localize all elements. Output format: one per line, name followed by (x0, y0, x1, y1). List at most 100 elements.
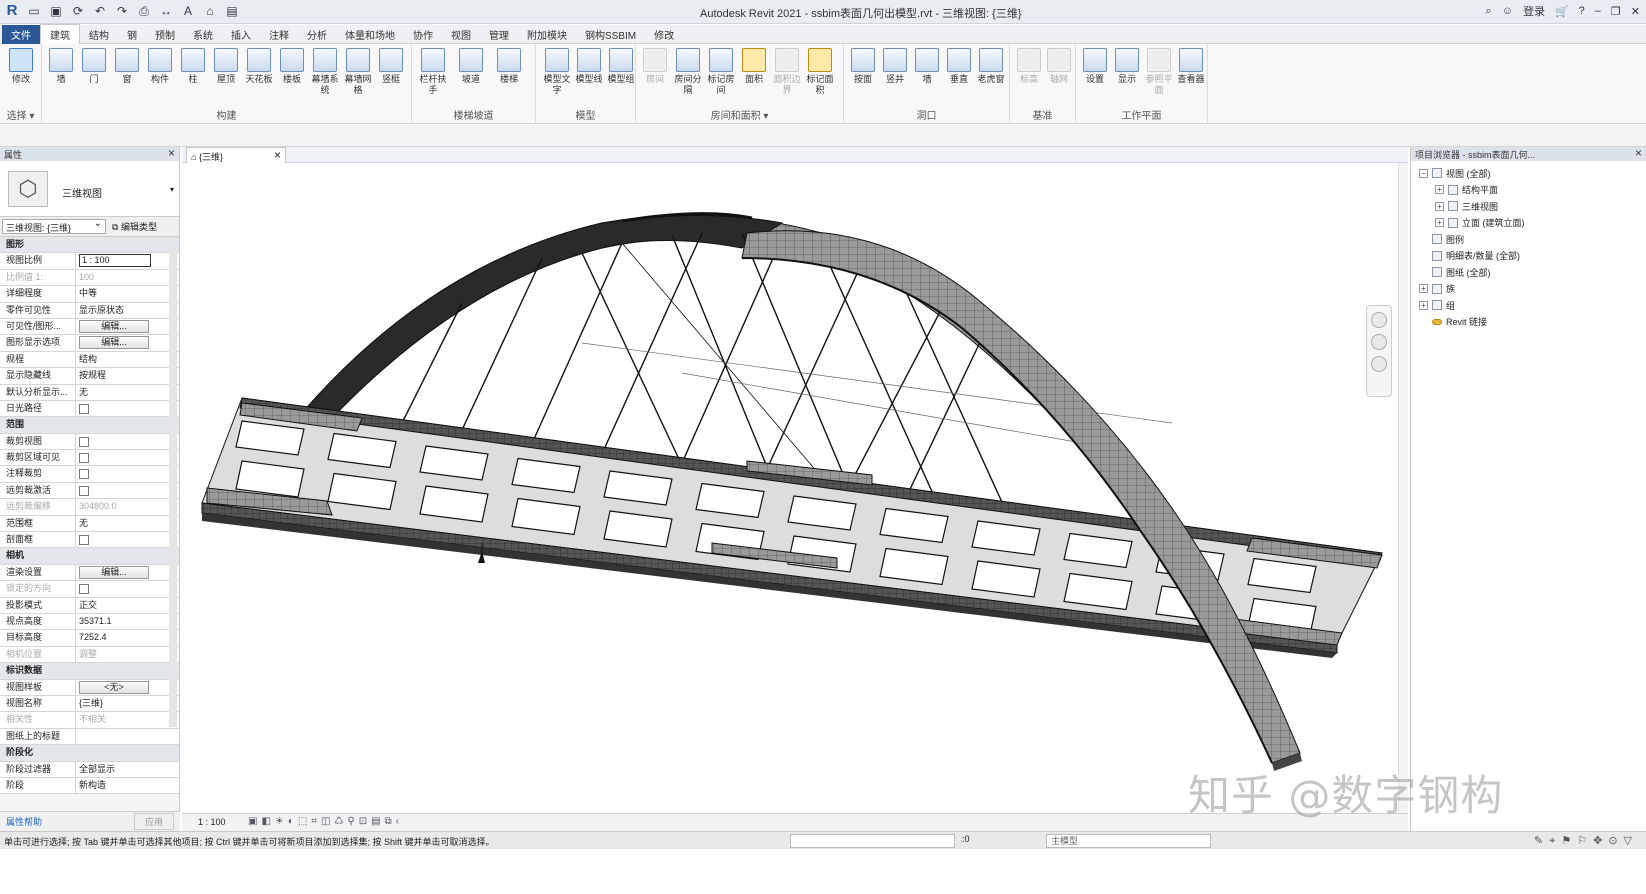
property-value-cell[interactable]: <无> (76, 680, 179, 695)
browser-node[interactable]: 图纸 (全部) (1415, 264, 1642, 281)
workplane-button-1[interactable]: 显示 (1112, 48, 1142, 85)
property-value-cell[interactable] (76, 466, 179, 481)
active-model-select[interactable]: 主模型 (1046, 834, 1211, 848)
build-button-7[interactable]: 楼板 (277, 48, 307, 85)
open-icon[interactable]: ▭ (26, 3, 42, 19)
workplane-button-0[interactable]: 设置 (1080, 48, 1110, 85)
save-icon[interactable]: ▣ (48, 3, 64, 19)
property-value-cell[interactable]: 中等 (76, 286, 179, 301)
datum-button-0[interactable]: 标高 (1014, 48, 1044, 85)
expand-icon[interactable]: + (1435, 201, 1444, 211)
room-button-3[interactable]: 面积 (739, 48, 769, 85)
opening-button-3[interactable]: 垂直 (944, 48, 974, 85)
property-checkbox[interactable] (79, 469, 89, 480)
expand-icon[interactable]: + (1435, 185, 1444, 195)
property-edit-button[interactable]: <无> (79, 680, 149, 694)
property-value[interactable]: 结构 (79, 354, 97, 364)
property-value[interactable]: 按规程 (79, 370, 106, 380)
circulation-button-2[interactable]: 楼梯 (494, 48, 524, 85)
model-button-1[interactable]: 模型线 (574, 48, 604, 85)
build-button-3[interactable]: 构件 (145, 48, 175, 85)
browser-node[interactable]: 明细表/数量 (全部) (1415, 248, 1642, 265)
revit-logo-icon[interactable]: R (4, 3, 20, 19)
property-value[interactable]: 无 (79, 518, 88, 528)
build-button-9[interactable]: 幕墙网格 (343, 48, 373, 96)
property-value[interactable]: 7252.4 (79, 632, 107, 642)
property-value[interactable]: 显示原状态 (79, 305, 124, 315)
tab-13[interactable]: 附加模块 (518, 25, 576, 44)
property-value[interactable]: 304800.0 (79, 501, 117, 511)
room-button-5[interactable]: 标记面积 (805, 48, 835, 96)
property-category[interactable]: 相机 (0, 548, 179, 565)
cart-icon[interactable]: 🛒 (1555, 5, 1569, 18)
search-icon[interactable]: ⌕ (1486, 5, 1492, 18)
select-group-title[interactable]: 选择 ▾ (0, 107, 41, 122)
tab-6[interactable]: 插入 (222, 25, 260, 44)
property-value-input[interactable]: 1 : 100 (79, 254, 151, 268)
opening-button-1[interactable]: 竖井 (880, 48, 910, 85)
tab-5[interactable]: 系统 (184, 25, 222, 44)
tab-8[interactable]: 分析 (298, 25, 336, 44)
switch-windows-icon[interactable]: ▤ (224, 3, 240, 19)
room-button-4[interactable]: 面积边界 (772, 48, 802, 96)
property-value-cell[interactable]: 100 (76, 270, 179, 285)
room-group-title[interactable]: 房间和面积 ▾ (636, 107, 843, 122)
property-value-cell[interactable] (76, 401, 179, 416)
expand-icon[interactable]: + (1419, 300, 1428, 310)
close-button[interactable]: ✕ (1631, 5, 1640, 18)
property-value-cell[interactable]: 无 (76, 385, 179, 400)
property-value-cell[interactable] (76, 434, 179, 449)
expand-icon[interactable]: + (1435, 218, 1444, 228)
property-value-cell[interactable]: 7252.4 (76, 630, 179, 645)
modify-button[interactable]: 修改 (6, 48, 36, 85)
close-icon[interactable]: × (1635, 147, 1642, 160)
property-value[interactable]: 新构造 (79, 780, 106, 790)
tab-2[interactable]: 结构 (80, 25, 118, 44)
workplane-button-3[interactable]: 查看器 (1176, 48, 1206, 85)
build-button-0[interactable]: 墙 (46, 48, 76, 85)
drawing-area[interactable]: 前 (182, 163, 1560, 813)
measure-icon[interactable]: ↔ (158, 3, 174, 19)
print-icon[interactable]: ⎙ (136, 3, 152, 19)
browser-node[interactable]: + 三维视图 (1415, 198, 1642, 215)
tab-7[interactable]: 注释 (260, 25, 298, 44)
workset-select[interactable] (790, 834, 955, 848)
property-value-cell[interactable] (76, 581, 179, 596)
room-button-1[interactable]: 房间分隔 (673, 48, 703, 96)
property-value-cell[interactable]: 1 : 100 (76, 253, 179, 268)
property-value[interactable]: 100 (79, 272, 94, 282)
browser-node[interactable]: 图例 (1415, 231, 1642, 248)
property-category[interactable]: 阶段化 (0, 745, 179, 762)
property-value-cell[interactable]: 304800.0 (76, 499, 179, 514)
property-checkbox[interactable] (79, 453, 89, 464)
user-icon[interactable]: ☺ (1502, 5, 1513, 17)
tab-3[interactable]: 钢 (118, 25, 146, 44)
browser-node[interactable]: + 族 (1415, 281, 1642, 298)
property-value-cell[interactable]: 新构造 (76, 778, 179, 793)
tab-15[interactable]: 修改 (645, 25, 683, 44)
property-checkbox[interactable] (79, 403, 89, 414)
opening-button-4[interactable]: 老虎窗 (976, 48, 1006, 85)
edit-type-button[interactable]: ⧉ 编辑类型 (112, 220, 157, 233)
opening-button-2[interactable]: 墙 (912, 48, 942, 85)
tab-14[interactable]: 钢构SSBIM (576, 25, 645, 44)
property-edit-button[interactable]: 编辑... (79, 565, 149, 579)
room-button-0[interactable]: 房间 (640, 48, 670, 85)
property-value[interactable]: 无 (79, 387, 88, 397)
tab-10[interactable]: 协作 (404, 25, 442, 44)
redo-icon[interactable]: ↷ (114, 3, 130, 19)
selection-settings-icons[interactable]: ✎⌖⚑⚐✥⊙▽ (1534, 834, 1638, 848)
datum-button-1[interactable]: 轴网 (1044, 48, 1074, 85)
room-button-2[interactable]: 标记房间 (706, 48, 736, 96)
sync-icon[interactable]: ⟳ (70, 3, 86, 19)
tab-11[interactable]: 视图 (442, 25, 480, 44)
nav-menu-icon[interactable] (1371, 356, 1387, 372)
undo-icon[interactable]: ↶ (92, 3, 108, 19)
property-checkbox[interactable] (79, 535, 89, 546)
property-value-cell[interactable]: 全部显示 (76, 762, 179, 777)
property-value[interactable]: 中等 (79, 288, 97, 298)
tab-4[interactable]: 预制 (146, 25, 184, 44)
instance-select[interactable]: 三维视图: {三维} (2, 218, 106, 234)
build-button-8[interactable]: 幕墙系统 (310, 48, 340, 96)
property-value-cell[interactable]: 编辑... (76, 335, 179, 350)
